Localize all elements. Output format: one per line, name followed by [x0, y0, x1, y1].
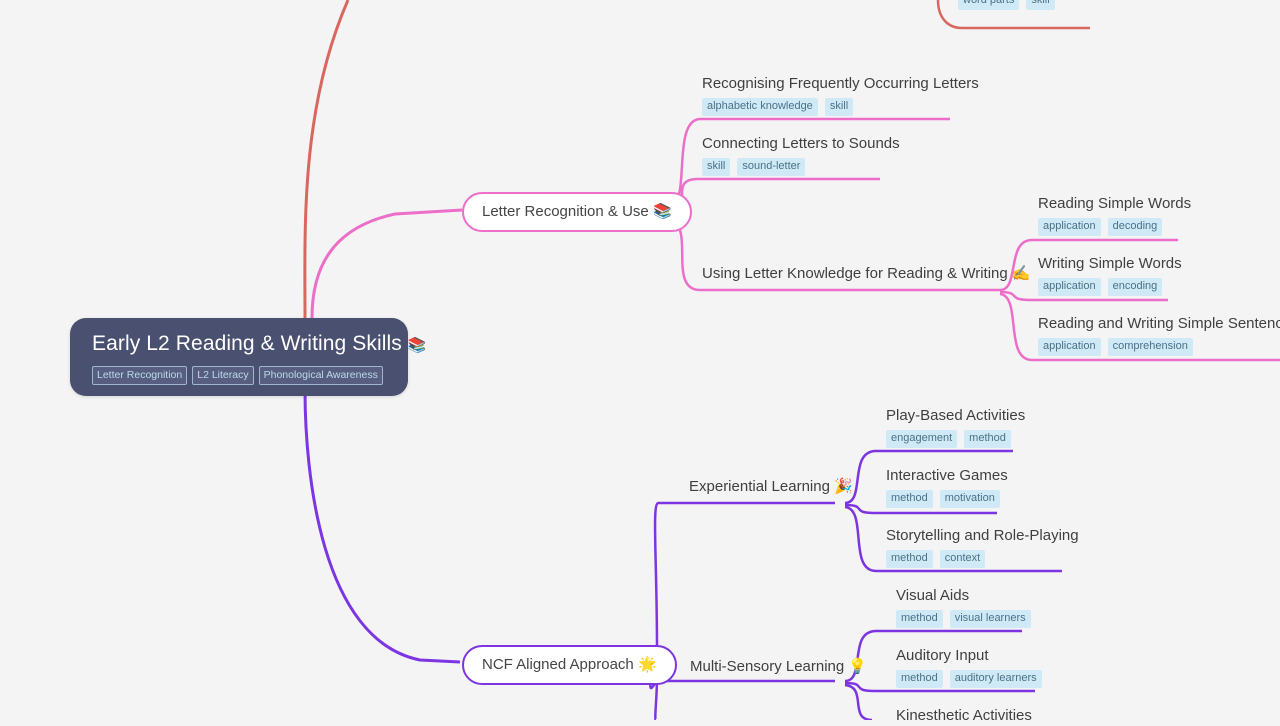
leaf-tag-list: application comprehension — [1038, 338, 1280, 356]
leaf-node-reading-simple-words[interactable]: Reading Simple Words application decodin… — [1038, 194, 1191, 236]
leaf-title: Recognising Frequently Occurring Letters — [702, 75, 979, 92]
leaf-tag: method — [886, 550, 933, 568]
leaf-tag: encoding — [1107, 278, 1163, 296]
leaf-tag: comprehension — [1107, 338, 1193, 356]
leaf-tag-list: application decoding — [1038, 218, 1191, 236]
leaf-tag: application — [1038, 338, 1101, 356]
leaf-tag: skill — [1026, 0, 1055, 10]
branch-node-letter-recognition[interactable]: Letter Recognition & Use 📚 — [462, 192, 692, 232]
leaf-node-play-based-activities[interactable]: Play-Based Activities engagement method — [886, 406, 1025, 448]
root-title-text: Early L2 Reading & Writing Skills — [92, 332, 402, 355]
mid-label-text: Using Letter Knowledge for Reading & Wri… — [702, 265, 1008, 282]
mid-label-text: Experiential Learning — [689, 478, 830, 495]
leaf-tag-list: skill sound-letter — [702, 158, 900, 176]
leaf-tag: method — [964, 430, 1011, 448]
mid-label: Experiential Learning 🎉 — [689, 477, 853, 497]
link-ncf-to-multisensory — [648, 675, 835, 690]
leaf-tag-list: application encoding — [1038, 278, 1182, 296]
link-letter-to-child-2 — [671, 177, 880, 210]
leaf-title: Reading Simple Words — [1038, 195, 1192, 212]
root-tag: Letter Recognition — [92, 366, 188, 385]
books-icon: 📚 — [407, 337, 427, 354]
link-ncf-to-experiential — [653, 501, 835, 651]
leaf-tag-list: method motivation — [886, 490, 1008, 508]
leaf-tag: application — [1038, 278, 1101, 296]
leaf-tag-list: method auditory learners — [896, 670, 1042, 688]
leaf-tag: sound-letter — [737, 158, 806, 176]
root-title: Early L2 Reading & Writing Skills 📚 — [92, 330, 426, 359]
leaf-tag: word parts — [958, 0, 1020, 10]
leaf-node-visual-aids[interactable]: Visual Aids method visual learners — [896, 586, 1031, 628]
leaf-tag: application — [1038, 218, 1101, 236]
leaf-node-storytelling-role-playing[interactable]: Storytelling and Role-Playing method con… — [886, 526, 1079, 568]
leaf-node-auditory-input[interactable]: Auditory Input method auditory learners — [896, 646, 1042, 688]
leaf-tag: auditory learners — [949, 670, 1042, 688]
leaf-title: Reading and Writing Simple Sentences — [1038, 315, 1280, 332]
root-tag: Phonological Awareness — [258, 366, 383, 385]
mid-label-text: Multi-Sensory Learning — [690, 658, 845, 675]
root-tag: L2 Literacy — [192, 366, 254, 385]
mid-node-using-letter-knowledge[interactable]: Using Letter Knowledge for Reading & Wri… — [702, 264, 1031, 284]
leaf-title: Interactive Games — [886, 467, 1008, 484]
leaf-node-kinesthetic-activities[interactable]: Kinesthetic Activities — [896, 706, 1032, 726]
link-root-to-ncf — [303, 389, 461, 664]
star-icon: 🌟 — [637, 656, 657, 673]
leaf-node-recognising-letters[interactable]: Recognising Frequently Occurring Letters… — [702, 74, 979, 116]
root-tag-list: Letter Recognition L2 Literacy Phonologi… — [92, 366, 386, 385]
writing-hand-icon: ✍ — [1011, 265, 1031, 282]
leaf-node-phonological-cutoff[interactable]: word parts skill — [958, 0, 1055, 10]
leaf-title: Writing Simple Words — [1038, 255, 1182, 272]
mid-label: Using Letter Knowledge for Reading & Wri… — [702, 264, 1031, 284]
leaf-title: Kinesthetic Activities — [896, 707, 1032, 724]
leaf-title: Visual Aids — [896, 587, 970, 604]
books-icon: 📚 — [652, 203, 672, 220]
link-root-to-phonological — [303, 0, 350, 319]
leaf-tag-list: word parts skill — [958, 0, 1055, 10]
lightbulb-icon: 💡 — [848, 658, 868, 675]
leaf-tag: decoding — [1107, 218, 1163, 236]
leaf-tag-list: method context — [886, 550, 1079, 568]
leaf-title: Connecting Letters to Sounds — [702, 135, 900, 152]
party-popper-icon: 🎉 — [834, 478, 853, 495]
leaf-tag: engagement — [886, 430, 958, 448]
leaf-title: Auditory Input — [896, 647, 989, 664]
root-node[interactable]: Early L2 Reading & Writing Skills 📚 Lett… — [70, 318, 426, 396]
leaf-tag: method — [896, 670, 943, 688]
leaf-tag-list: engagement method — [886, 430, 1025, 448]
branch-node-ncf-aligned-approach[interactable]: NCF Aligned Approach 🌟 — [462, 645, 677, 685]
branch-label: Letter Recognition & Use — [482, 203, 649, 220]
leaf-tag: skill — [824, 98, 854, 116]
leaf-tag-list: alphabetic knowledge skill — [702, 98, 979, 116]
link-root-to-letter-recognition — [310, 208, 463, 319]
leaf-tag: context — [939, 550, 986, 568]
leaf-tag: motivation — [939, 490, 1000, 508]
leaf-node-connecting-letters[interactable]: Connecting Letters to Sounds skill sound… — [702, 134, 900, 176]
leaf-tag: skill — [702, 158, 731, 176]
leaf-tag: method — [886, 490, 933, 508]
leaf-node-writing-simple-words[interactable]: Writing Simple Words application encodin… — [1038, 254, 1182, 296]
leaf-title: Play-Based Activities — [886, 407, 1026, 424]
leaf-node-interactive-games[interactable]: Interactive Games method motivation — [886, 466, 1008, 508]
leaf-title: Storytelling and Role-Playing — [886, 527, 1079, 544]
mid-node-experiential-learning[interactable]: Experiential Learning 🎉 — [689, 477, 853, 497]
mid-label: Multi-Sensory Learning 💡 — [690, 657, 867, 677]
link-multisensory-to-child-3 — [844, 683, 873, 720]
leaf-tag-list: method visual learners — [896, 610, 1031, 628]
leaf-node-reading-writing-sentences[interactable]: Reading and Writing Simple Sentences app… — [1038, 314, 1280, 356]
leaf-tag: visual learners — [949, 610, 1031, 628]
leaf-tag: alphabetic knowledge — [702, 98, 818, 116]
branch-label: NCF Aligned Approach — [482, 656, 634, 673]
mindmap-canvas: Early L2 Reading & Writing Skills 📚 Lett… — [0, 0, 1280, 724]
leaf-tag: method — [896, 610, 943, 628]
mid-node-multi-sensory-learning[interactable]: Multi-Sensory Learning 💡 — [690, 657, 867, 677]
